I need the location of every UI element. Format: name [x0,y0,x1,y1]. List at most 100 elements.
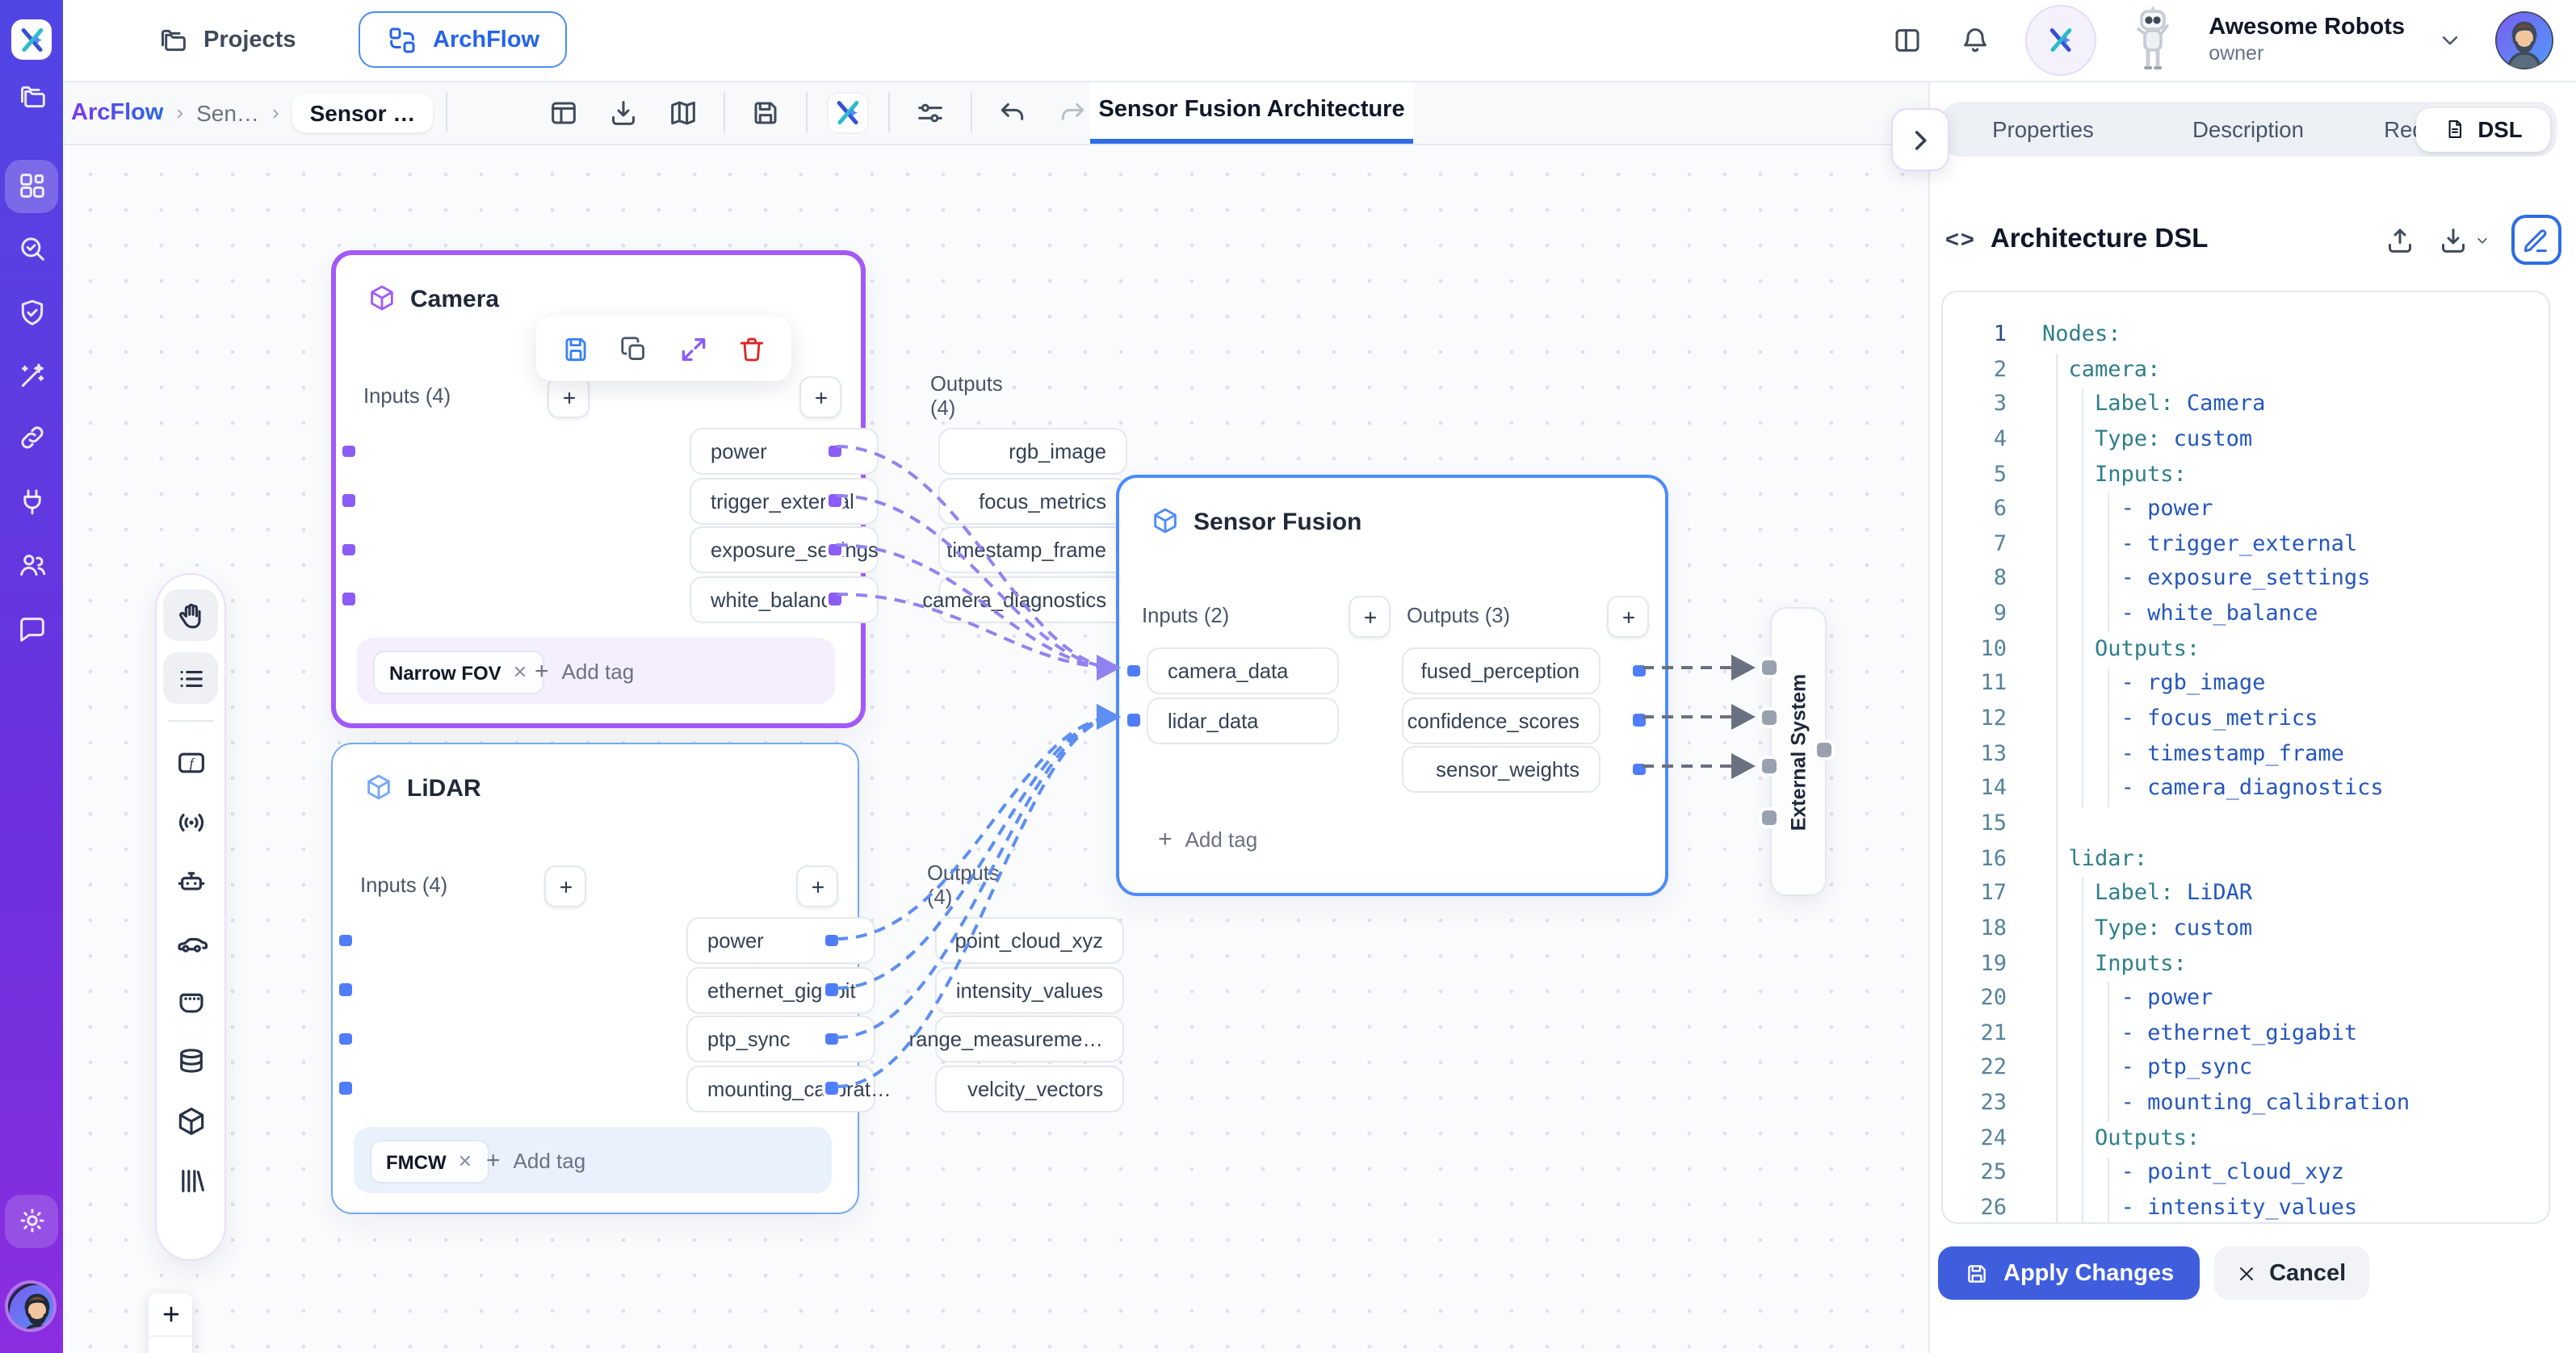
app-logo[interactable] [11,19,52,60]
sidebar-item-magic-wand[interactable] [0,349,63,404]
add-output-button[interactable] [1607,596,1649,638]
breadcrumb-root[interactable]: ArcFlow [71,99,163,125]
output-field[interactable]: timestamp_frame [938,526,1127,573]
external-input-port[interactable] [1762,810,1777,824]
settings-button[interactable] [911,93,950,132]
layout-panel-button[interactable] [544,93,583,132]
external-input-port[interactable] [1762,710,1777,724]
output-port[interactable] [826,984,838,996]
node-delete-button[interactable] [732,328,774,370]
input-port[interactable] [343,446,355,458]
input-field[interactable]: exposure_settings [690,526,879,573]
output-port[interactable] [1634,665,1646,677]
tab-description[interactable]: Description [2146,117,2351,141]
node-expand-button[interactable] [673,328,715,370]
input-field[interactable]: camera_data [1147,647,1339,694]
undo-button[interactable] [993,93,1032,132]
output-field[interactable]: point_cloud_xyz [935,917,1124,964]
output-port[interactable] [826,1033,838,1045]
node-save-button[interactable] [555,328,597,370]
canvas-zoom-out-button[interactable] [149,1337,192,1353]
sidebar-item-link[interactable] [0,410,63,465]
dsl-code-editor[interactable]: 1Nodes:2 camera:3 Label: Camera4 Type: c… [1940,291,2549,1224]
palette-tool-robot[interactable] [163,857,218,906]
save-button[interactable] [746,93,785,132]
input-field[interactable]: power [690,428,879,475]
external-input-port[interactable] [1762,660,1777,675]
palette-tool-hand[interactable] [163,589,218,641]
input-port[interactable] [340,984,352,996]
palette-tool-list[interactable] [163,652,218,704]
output-port[interactable] [829,544,841,556]
output-field[interactable]: confidence_scores [1402,697,1601,744]
add-tag-button[interactable]: +Add tag [486,1146,585,1174]
palette-tool-tray[interactable] [163,977,218,1025]
nav-projects[interactable]: Projects [157,0,296,81]
node-duplicate-button[interactable] [614,328,656,370]
input-field[interactable]: white_balance [690,576,879,622]
breadcrumb-middle[interactable]: Sen… [196,99,259,125]
add-input-button[interactable] [1349,596,1391,638]
input-field[interactable]: mounting_calibrat… [686,1065,875,1112]
output-port[interactable] [829,495,841,507]
output-port[interactable] [826,1083,838,1095]
palette-tool-broadcast[interactable] [163,798,218,846]
cancel-button[interactable]: Cancel [2214,1246,2368,1300]
tag-pill[interactable]: Narrow FOV✕ [373,651,543,694]
output-port[interactable] [829,593,841,605]
output-port[interactable] [1634,764,1646,776]
palette-tool-library[interactable] [163,1156,218,1204]
tab-dsl[interactable]: DSL [2416,107,2550,151]
sidebar-item-users[interactable] [0,538,63,593]
input-field[interactable]: power [686,917,875,964]
chevron-down-icon[interactable] [2437,24,2463,57]
user-avatar[interactable] [2495,11,2553,69]
breadcrumb-current[interactable]: Sensor … [292,93,434,132]
input-port[interactable] [1128,714,1140,727]
output-field[interactable]: focus_metrics [938,477,1127,524]
map-button[interactable] [664,93,703,132]
ai-actions-button[interactable] [829,93,867,132]
diagram-canvas[interactable]: CameraInputs (4)Outputs (4)powertrigger_… [63,144,1928,1353]
external-input-port[interactable] [1762,759,1777,773]
tag-pill[interactable]: FMCW✕ [370,1140,489,1183]
input-port[interactable] [340,935,352,947]
add-input-button[interactable] [548,376,589,418]
tab-diagram[interactable]: Sensor Fusion Architecture [1090,81,1413,144]
palette-tool-vehicle[interactable] [163,917,218,966]
sidebar-item-shield-check[interactable] [0,286,63,341]
add-output-button[interactable] [796,865,838,907]
input-port[interactable] [343,495,355,507]
export-button[interactable] [604,93,643,132]
input-field[interactable]: trigger_external [690,477,879,524]
add-input-button[interactable] [544,865,586,907]
edit-dsl-button[interactable] [2511,215,2561,265]
output-port[interactable] [826,935,838,947]
columns-icon[interactable] [1889,24,1924,57]
input-field[interactable]: ptp_sync [686,1016,875,1062]
sidebar-item-folders[interactable] [0,69,63,124]
ai-assistant-button[interactable] [2024,5,2096,76]
add-tag-button[interactable]: +Add tag [535,657,634,685]
sidebar-item-plug[interactable] [0,475,63,530]
tab-properties[interactable]: Properties [1940,117,2146,141]
output-field[interactable]: intensity_values [935,966,1124,1013]
input-port[interactable] [1128,665,1140,677]
add-output-button[interactable] [799,376,841,418]
add-tag-button[interactable]: +Add tag [1158,826,1257,853]
node-lidar[interactable]: LiDARInputs (4)Outputs (4)powerethernet_… [331,743,859,1214]
output-field[interactable]: velcity_vectors [935,1065,1124,1112]
redo-button[interactable] [1053,93,1092,132]
bell-icon[interactable] [1957,24,1992,57]
node-fusion[interactable]: Sensor FusionInputs (2)Outputs (3)camera… [1116,475,1668,896]
account-info[interactable]: Awesome Robots owner [2209,15,2405,65]
input-field[interactable]: ethernet_gigabit [686,966,875,1013]
input-port[interactable] [343,593,355,605]
apply-changes-button[interactable]: Apply Changes [1937,1246,2200,1300]
external-output-port[interactable] [1817,742,1831,756]
sidebar-item-blocks[interactable] [0,158,63,213]
sidebar-item-chat[interactable] [0,602,63,657]
upload-icon[interactable] [2383,224,2415,256]
input-port[interactable] [343,544,355,556]
sidebar-item-theme[interactable] [0,1193,63,1248]
